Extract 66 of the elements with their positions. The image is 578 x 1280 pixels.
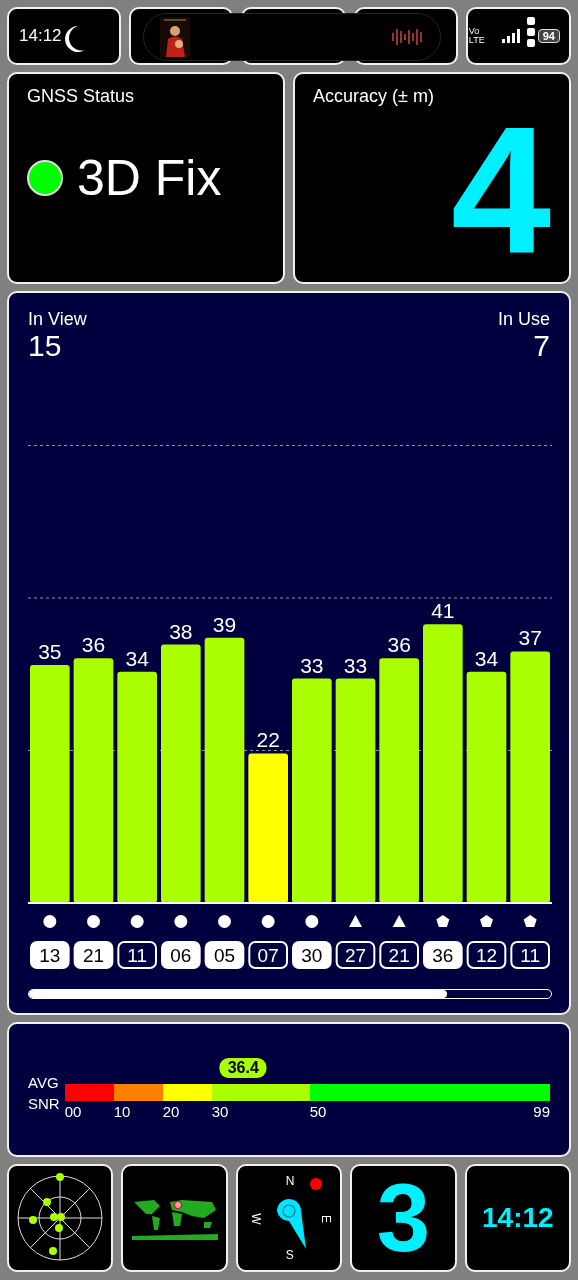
- x-tick-label: 21: [82, 945, 105, 966]
- tick-label: 10: [113, 1103, 131, 1120]
- satellite-id: 11: [117, 941, 157, 969]
- compass-north: N: [285, 1174, 295, 1188]
- bar-value-label: 22: [256, 728, 280, 752]
- bar-value-label: 36: [387, 633, 411, 657]
- tick-label: 00: [64, 1103, 82, 1120]
- bar-value-label: 39: [212, 612, 237, 636]
- x-tick-label: 21: [388, 945, 410, 966]
- in-use-value: 7: [533, 330, 550, 362]
- x-tick-label: 30: [301, 945, 323, 966]
- network-label: LTE: [468, 36, 485, 45]
- clock-time: 14:12: [482, 1202, 554, 1234]
- compass-east: E: [319, 1215, 334, 1223]
- satellite-id: 13: [30, 941, 70, 969]
- satellite-id: 30: [292, 941, 332, 969]
- x-tick-label: 11: [127, 945, 148, 966]
- satellite-id: 07: [248, 941, 288, 969]
- satellite-id: 27: [335, 941, 376, 969]
- x-tick-label: 27: [344, 945, 367, 966]
- satellite-count-tile[interactable]: 3: [350, 1164, 457, 1272]
- tick-label: 20: [162, 1103, 180, 1120]
- satellite-id: 06: [161, 941, 201, 969]
- in-use-label: In Use: [497, 309, 550, 330]
- x-tick-label: 06: [170, 945, 192, 966]
- in-view-value: 15: [28, 330, 62, 362]
- status-time: 14:12: [19, 26, 62, 46]
- bar-value-label: 35: [38, 640, 62, 663]
- x-tick-label: 13: [39, 945, 61, 966]
- bar-value-label: 36: [81, 633, 106, 657]
- compass-tile[interactable]: N E S W: [235, 1164, 343, 1272]
- compass-west: W: [248, 1213, 263, 1225]
- satellite-id: 12: [466, 941, 507, 969]
- compass-south: S: [285, 1248, 294, 1262]
- card-label: GNSS Status: [27, 86, 135, 107]
- bar-value-label: 34: [125, 646, 149, 670]
- network-label: Vo: [468, 27, 481, 36]
- accuracy-value: 4: [450, 115, 551, 265]
- tick-label: 50: [309, 1103, 327, 1120]
- bar-value-label: 34: [474, 646, 499, 670]
- bar-value-label: 33: [343, 653, 368, 677]
- satellite-id: 21: [379, 941, 419, 969]
- x-tick-label: 11: [520, 945, 541, 966]
- clock-tile[interactable]: 14:12: [464, 1164, 572, 1272]
- snr-label: AVG: [28, 1073, 60, 1093]
- satellite-id: 36: [423, 941, 463, 969]
- bar-value-label: 33: [300, 653, 324, 677]
- fix-status: 3D Fix: [77, 149, 222, 207]
- battery-indicator: 94: [537, 29, 560, 43]
- satellite-count: 3: [376, 1170, 431, 1266]
- bar-value-label: 41: [431, 599, 455, 623]
- satellite-id: 11: [510, 941, 550, 969]
- tick-label: 30: [211, 1103, 229, 1120]
- satellite-id: 21: [73, 941, 114, 969]
- bar-value-label: 38: [169, 619, 193, 643]
- card-label: Accuracy (± m): [313, 86, 434, 107]
- x-tick-label: 12: [475, 945, 498, 966]
- snr-value-bubble: 36.4: [219, 1058, 267, 1078]
- x-tick-label: 36: [432, 945, 454, 966]
- satellite-id: 05: [204, 941, 245, 969]
- bar-value-label: 37: [518, 626, 542, 650]
- tick-label: 99: [533, 1103, 550, 1120]
- snr-label: SNR: [28, 1094, 60, 1114]
- in-view-label: In View: [28, 309, 87, 330]
- x-tick-label: 05: [213, 945, 236, 966]
- x-tick-label: 07: [257, 945, 279, 966]
